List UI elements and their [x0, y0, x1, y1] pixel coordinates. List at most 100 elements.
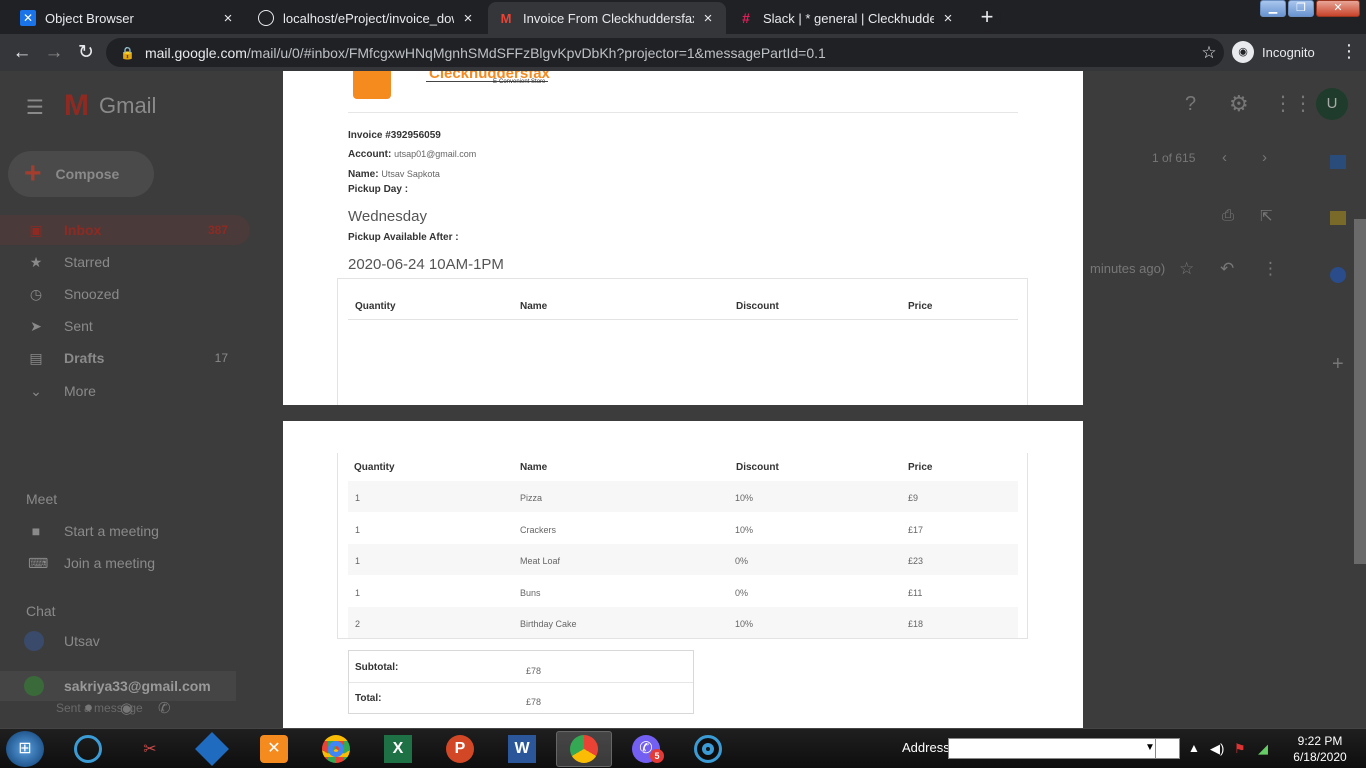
gmail-logo[interactable]: M Gmail — [64, 89, 156, 123]
calendar-icon[interactable] — [1330, 155, 1346, 169]
keep-icon[interactable] — [1330, 211, 1346, 225]
virtualbox-icon[interactable] — [184, 731, 240, 767]
table-row: 1 Buns 0% £11 — [348, 576, 1018, 607]
system-clock[interactable]: 9:22 PM 6/18/2020 — [1284, 733, 1356, 765]
bookmark-star-icon[interactable]: ☆ — [1194, 43, 1224, 63]
pickup-after-label: Pickup Available After : — [348, 232, 459, 243]
xampp-icon[interactable]: ✕ — [246, 731, 302, 767]
tab-slack[interactable]: # Slack | * general | Cleckhuddersfa × — [728, 2, 966, 34]
close-window-button[interactable]: ✕ — [1316, 0, 1360, 17]
chevron-down-icon: ⌄ — [30, 382, 42, 399]
item-discount: 0% — [735, 588, 749, 598]
chrome-active-icon[interactable] — [556, 731, 612, 767]
prev-page-icon[interactable]: ‹ — [1222, 149, 1227, 166]
close-tab-icon[interactable]: × — [940, 10, 956, 27]
word-icon[interactable]: W — [494, 731, 550, 767]
chrome-icon[interactable] — [308, 731, 364, 767]
apps-grid-icon[interactable]: ⋮⋮ — [1273, 91, 1313, 116]
main-menu-icon[interactable]: ☰ — [26, 95, 44, 120]
forward-button[interactable]: → — [38, 37, 70, 69]
chat-user[interactable]: Utsav — [0, 626, 250, 656]
start-button[interactable]: ⊞ — [6, 731, 44, 767]
item-name: Meat Loaf — [520, 556, 561, 566]
settings-gear-icon[interactable]: ⚙ — [1229, 91, 1249, 117]
sidebar-item-inbox[interactable]: ▣ Inbox 387 — [0, 215, 250, 245]
name-value: Utsav Sapkota — [381, 169, 440, 179]
sidebar-item-snoozed[interactable]: ◷ Snoozed — [0, 279, 250, 309]
totals-box: Subtotal: £78 Total: £78 — [348, 650, 694, 714]
reply-icon[interactable]: ↶ — [1220, 259, 1234, 279]
show-hidden-icons[interactable]: ▲ — [1188, 741, 1200, 755]
chrome-menu-icon[interactable]: ⋮ — [1340, 41, 1358, 62]
xampp-icon: ✕ — [20, 10, 36, 26]
back-button[interactable]: ← — [6, 37, 38, 69]
tasks-icon[interactable] — [1330, 267, 1346, 283]
excel-icon[interactable]: X — [370, 731, 426, 767]
chat-contact[interactable]: sakriya33@gmail.com — [0, 671, 236, 701]
teamviewer-icon[interactable] — [680, 731, 736, 767]
minimize-button[interactable]: ▁ — [1260, 0, 1286, 17]
location-icon[interactable]: ◉ — [120, 699, 133, 717]
add-addon-icon[interactable]: + — [1332, 353, 1344, 376]
avatar — [24, 631, 44, 651]
table-row: 1 Crackers 10% £17 — [348, 513, 1018, 544]
help-icon[interactable]: ? — [1185, 93, 1196, 116]
new-tab-button[interactable]: + — [973, 4, 1001, 32]
account-avatar[interactable]: U — [1316, 88, 1348, 120]
action-center-icon[interactable]: ⚑ — [1234, 741, 1246, 757]
sidebar-item-drafts[interactable]: ▤ Drafts 17 — [0, 343, 250, 373]
item-name: Birthday Cake — [520, 619, 577, 629]
divider — [348, 112, 1018, 113]
more-options-icon[interactable]: ⋮ — [1262, 259, 1279, 279]
compose-button[interactable]: + Compose — [8, 151, 154, 197]
header-name: Name — [520, 301, 548, 312]
next-page-icon[interactable]: › — [1262, 149, 1267, 166]
snipping-tool-icon[interactable]: ✂ — [122, 731, 178, 767]
join-meeting-link[interactable]: ⌨ Join a meeting — [0, 548, 250, 578]
globe-icon — [258, 10, 274, 26]
header-discount: Discount — [736, 301, 779, 312]
account-value: utsap01@gmail.com — [394, 149, 477, 159]
header-divider — [348, 319, 1018, 320]
close-tab-icon[interactable]: × — [700, 10, 716, 27]
maximize-button[interactable]: ❐ — [1288, 0, 1314, 17]
address-bar[interactable]: 🔒 mail.google.com/mail/u/0/#inbox/FMfcgx… — [106, 38, 1224, 67]
viber-icon[interactable]: ✆ 5 — [618, 731, 674, 767]
totals-divider — [349, 682, 693, 683]
volume-icon[interactable]: ◀) — [1210, 741, 1224, 757]
dropdown-arrow-icon[interactable]: ▼ — [1145, 742, 1155, 753]
reload-button[interactable]: ↻ — [70, 37, 102, 69]
item-price: £18 — [908, 619, 924, 629]
sidebar-item-sent[interactable]: ➤ Sent — [0, 311, 250, 341]
account-line: Account: utsap01@gmail.com — [348, 149, 477, 160]
close-tab-icon[interactable]: × — [460, 10, 476, 27]
address-toolbar-label: Address — [902, 740, 950, 755]
address-toolbar-input[interactable]: ▼ — [948, 738, 1180, 759]
file-explorer-icon[interactable] — [60, 731, 116, 767]
powerpoint-icon[interactable]: P — [432, 731, 488, 767]
total-label: Total: — [355, 693, 382, 704]
network-icon[interactable]: ◢ — [1258, 741, 1268, 757]
close-tab-icon[interactable]: × — [220, 10, 236, 27]
sidebar-item-more[interactable]: ⌄ More — [0, 376, 250, 406]
sidebar-item-starred[interactable]: ★ Starred — [0, 247, 250, 277]
invoice-page-1: Cleckhuddersfax E-Convenient Store Invoi… — [283, 71, 1083, 405]
tab-object-browser[interactable]: ✕ Object Browser × — [10, 2, 246, 34]
item-discount: 10% — [735, 525, 754, 535]
start-meeting-link[interactable]: ■ Start a meeting — [0, 516, 250, 546]
tab-localhost[interactable]: localhost/eProject/invoice_downl × — [248, 2, 486, 34]
open-new-window-icon[interactable]: ⇱ — [1260, 207, 1273, 225]
scrollbar[interactable] — [1354, 219, 1366, 564]
total-value: £78 — [526, 697, 542, 707]
lock-icon: 🔒 — [120, 45, 135, 60]
phone-icon[interactable]: ✆ — [158, 699, 171, 717]
incognito-label: Incognito — [1262, 44, 1315, 60]
print-icon[interactable]: ⎙ — [1222, 207, 1234, 224]
star-message-icon[interactable]: ☆ — [1179, 259, 1194, 279]
invoice-number: Invoice #392956059 — [348, 130, 441, 141]
tab-invoice[interactable]: M Invoice From Cleckhuddersfax - u × — [488, 2, 726, 34]
person-icon[interactable]: ● — [84, 699, 93, 716]
incognito-indicator[interactable]: ◉ Incognito — [1232, 40, 1315, 64]
item-qty: 1 — [355, 525, 361, 535]
table-row: 1 Pizza 10% £9 — [348, 481, 1018, 512]
